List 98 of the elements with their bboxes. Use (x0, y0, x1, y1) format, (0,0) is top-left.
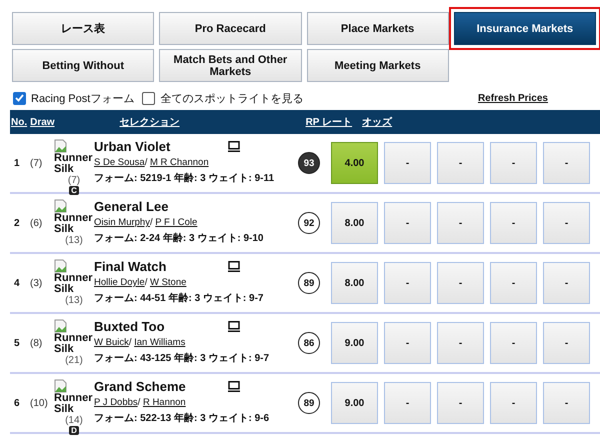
jockey-link[interactable]: P J Dobbs (94, 397, 138, 408)
silk-number: (7) (68, 175, 80, 186)
form-details: フォーム: 2-24 年齢: 3 ウェイト: 9-10 (94, 232, 264, 245)
odds-button[interactable]: 4.00 (331, 142, 378, 184)
rating-badge: 89 (298, 272, 320, 294)
silk-number: (13) (65, 295, 83, 306)
odds-button[interactable]: - (437, 142, 484, 184)
runner-number: 4 (13, 278, 21, 288)
odds-button[interactable]: - (490, 262, 537, 304)
silk-number: (13) (65, 235, 83, 246)
odds-button[interactable]: 8.00 (331, 262, 378, 304)
course-badge: C (69, 186, 79, 195)
horse-name[interactable]: General Lee (94, 199, 228, 214)
runner-number: 6 (13, 398, 21, 408)
separator: / (144, 277, 148, 288)
broken-image-icon (54, 379, 68, 393)
horse-name[interactable]: Final Watch (94, 259, 228, 274)
runner-number: 5 (13, 338, 21, 348)
form-details: フォーム: 43-125 年齢: 3 ウェイト: 9-7 (94, 352, 270, 365)
odds-button[interactable]: - (437, 262, 484, 304)
column-header[interactable]: RP レート (306, 115, 352, 129)
broken-image-icon (54, 259, 68, 273)
checkbox[interactable] (13, 92, 26, 104)
odds-button[interactable]: - (437, 202, 484, 244)
silk-alt-text: Runner Silk (54, 213, 94, 235)
market-tab[interactable]: レース表 (12, 12, 154, 45)
market-tab[interactable]: Betting Without (12, 49, 154, 82)
rating-badge: 93 (298, 152, 320, 174)
refresh-link[interactable]: Refresh Prices (478, 92, 548, 104)
jockey-link[interactable]: Oisin Murphy (94, 217, 150, 228)
silk-alt-text: Runner Silk (54, 273, 94, 295)
market-tab[interactable]: Match Bets and Other Markets (159, 49, 302, 82)
trainer-link[interactable]: W Stone (150, 277, 186, 288)
runner-number: 2 (13, 218, 21, 228)
separator: / (138, 397, 140, 408)
form-details: フォーム: 44-51 年齢: 3 ウェイト: 9-7 (94, 292, 264, 305)
jockey-link[interactable]: S De Sousa (94, 157, 145, 168)
column-header[interactable]: オッズ (362, 115, 392, 129)
odds-button[interactable]: - (490, 202, 537, 244)
odds-button[interactable]: - (543, 382, 590, 424)
silk-alt-text: Runner Silk (54, 393, 94, 415)
runner-number: 1 (13, 158, 21, 168)
odds-button[interactable]: - (384, 262, 431, 304)
odds-button[interactable]: - (384, 142, 431, 184)
market-tab[interactable]: Pro Racecard (159, 12, 302, 45)
jockey-link[interactable]: W Buick (94, 337, 129, 348)
odds-button[interactable]: - (543, 322, 590, 364)
separator: / (128, 337, 132, 348)
trainer-link[interactable]: M R Channon (150, 157, 209, 168)
trainer-link[interactable]: P F I Cole (155, 217, 198, 228)
market-tab[interactable]: Place Markets (306, 12, 449, 45)
column-header[interactable]: No. (11, 116, 28, 128)
trainer-link[interactable]: Ian Williams (134, 337, 186, 348)
odds-button[interactable]: - (490, 382, 537, 424)
odds-button[interactable]: - (437, 382, 484, 424)
horse-name[interactable]: Buxted Too (94, 319, 228, 334)
silk-alt-text: Runner Silk (54, 153, 94, 175)
odds-button[interactable]: 8.00 (331, 202, 378, 244)
odds-button[interactable]: - (490, 322, 537, 364)
odds-button[interactable]: 9.00 (331, 322, 378, 364)
draw-number: (6) (30, 218, 44, 228)
form-details: フォーム: 5219-1 年齢: 3 ウェイト: 9-11 (94, 172, 276, 185)
trainer-link[interactable]: R Hannon (142, 397, 186, 408)
market-tab[interactable]: Meeting Markets (306, 49, 449, 82)
odds-button[interactable]: - (384, 322, 431, 364)
separator: / (150, 217, 153, 228)
broken-image-icon (54, 199, 68, 213)
broken-image-icon (54, 319, 68, 333)
odds-button[interactable]: - (384, 382, 431, 424)
rating-badge: 92 (298, 212, 320, 234)
separator: / (144, 157, 148, 168)
draw-number: (8) (30, 338, 44, 348)
silk-alt-text: Runner Silk (54, 333, 94, 355)
horse-name[interactable]: Urban Violet (94, 139, 228, 154)
draw-number: (3) (30, 278, 44, 288)
odds-button[interactable]: - (490, 142, 537, 184)
silk-number: (21) (65, 355, 83, 366)
rating-badge: 89 (298, 392, 320, 414)
odds-button[interactable]: - (543, 142, 590, 184)
odds-button[interactable]: - (437, 322, 484, 364)
column-header[interactable]: Draw (30, 116, 55, 128)
jockey-link[interactable]: Hollie Doyle (94, 277, 145, 288)
horse-name[interactable]: Grand Scheme (94, 379, 228, 394)
draw-number: (10) (30, 398, 49, 408)
broken-image-icon (54, 139, 68, 153)
odds-button[interactable]: - (384, 202, 431, 244)
odds-button[interactable]: 9.00 (331, 382, 378, 424)
checkbox[interactable] (142, 92, 156, 104)
rating-badge: 86 (298, 332, 320, 354)
odds-button[interactable]: - (543, 262, 590, 304)
checkbox-label: 全てのスポットライトを見る (160, 92, 304, 106)
odds-button[interactable]: - (543, 202, 590, 244)
form-details: フォーム: 522-13 年齢: 3 ウェイト: 9-6 (94, 412, 270, 425)
draw-number: (7) (30, 158, 44, 168)
checkbox-label: Racing Postフォーム (31, 92, 134, 106)
silk-number: (14) (65, 415, 83, 426)
column-header[interactable]: セレクション (120, 115, 306, 129)
course-badge: D (69, 426, 79, 435)
